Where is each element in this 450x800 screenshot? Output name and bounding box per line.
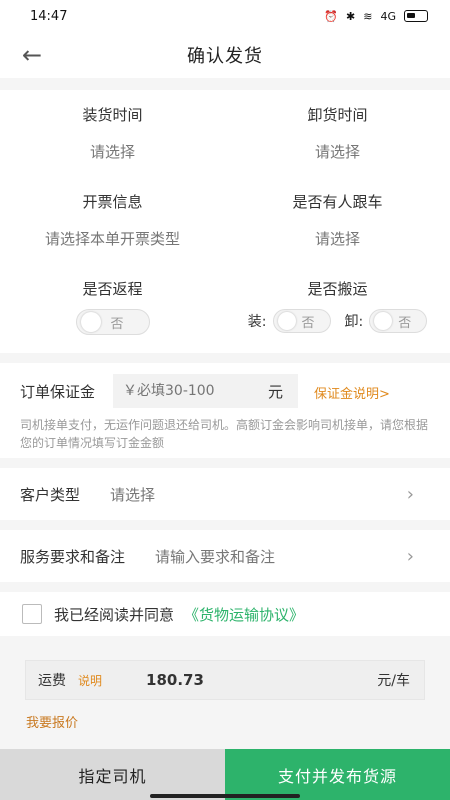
return-trip-toggle[interactable]: 否 <box>75 309 150 335</box>
toggle-knob <box>80 312 101 332</box>
pay-publish-button[interactable]: 支付并发布货源 <box>225 749 450 800</box>
load-time-cell[interactable]: 装货时间 请选择 <box>0 104 225 162</box>
handling-cell: 是否搬运 装: 否 卸: 否 <box>225 278 450 333</box>
freight-amount: 180.73 <box>146 671 204 689</box>
toggle-knob <box>374 312 393 330</box>
status-icons: ⏰ ✱ ≋ 4G <box>324 10 428 23</box>
escort-cell[interactable]: 是否有人跟车 请选择 <box>225 191 450 249</box>
invoice-label: 开票信息 <box>82 193 143 211</box>
service-notes-value: 请输入要求和备注 <box>155 547 276 566</box>
toggle-knob <box>277 312 296 330</box>
deposit-unit: 元 <box>268 383 284 401</box>
wifi-icon: ≋ <box>363 9 373 23</box>
service-notes-row[interactable]: 服务要求和备注 请输入要求和备注 › <box>0 530 450 582</box>
bluetooth-icon: ✱ <box>346 9 356 23</box>
invoice-value: 请选择本单开票类型 <box>44 230 180 248</box>
unload-time-value: 请选择 <box>314 143 360 161</box>
assign-driver-button[interactable]: 指定司机 <box>0 749 225 800</box>
freight-box: 运费 说明 180.73 元/车 <box>25 660 425 700</box>
agreement-link[interactable]: 《货物运输协议》 <box>184 604 304 625</box>
agreement-row: 我已经阅读并同意 《货物运输协议》 <box>0 592 450 636</box>
handling-unload-toggle[interactable]: 否 <box>369 309 428 333</box>
shipment-options-panel: 装货时间 请选择 卸货时间 请选择 开票信息 请选择本单开票类型 是否有人跟车 … <box>0 90 450 353</box>
back-arrow-icon[interactable]: ← <box>22 42 52 68</box>
quote-link[interactable]: 我要报价 <box>26 712 78 731</box>
alarm-icon: ⏰ <box>324 9 339 23</box>
return-trip-label: 是否返程 <box>82 280 143 298</box>
chevron-right-icon: › <box>406 545 414 567</box>
agreement-checkbox[interactable] <box>22 604 42 624</box>
freight-explain-link[interactable]: 说明 <box>78 672 102 689</box>
return-trip-cell: 是否返程 否 <box>0 278 225 336</box>
deposit-label: 订单保证金 <box>20 383 96 401</box>
agreement-text: 我已经阅读并同意 <box>54 605 175 624</box>
status-bar: 14:47 ⏰ ✱ ≋ 4G <box>0 0 450 32</box>
escort-value: 请选择 <box>314 230 360 248</box>
handling-unload-toggle-text: 否 <box>398 315 412 331</box>
customer-type-value: 请选择 <box>110 485 156 504</box>
network-label: 4G <box>380 9 396 23</box>
freight-unit: 元/车 <box>377 673 410 689</box>
handling-load-label: 装: <box>247 314 267 330</box>
page-title: 确认发货 <box>187 46 263 67</box>
return-trip-toggle-text: 否 <box>110 316 124 332</box>
header-bar: ← 确认发货 <box>0 32 450 78</box>
status-time: 14:47 <box>30 8 68 24</box>
handling-label: 是否搬运 <box>307 280 368 298</box>
deposit-info-link[interactable]: 保证金说明> <box>314 383 390 402</box>
service-notes-label: 服务要求和备注 <box>20 547 126 566</box>
unload-time-label: 卸货时间 <box>307 106 368 124</box>
freight-label: 运费 <box>38 673 66 689</box>
escort-label: 是否有人跟车 <box>292 193 383 211</box>
deposit-section: 订单保证金 元 保证金说明> 司机接单支付，无运作问题退还给司机。高额订金会影响… <box>0 363 450 458</box>
deposit-description: 司机接单支付，无运作问题退还给司机。高额订金会影响司机接单，请您根据您的订单情况… <box>20 418 429 450</box>
customer-type-label: 客户类型 <box>20 485 81 504</box>
customer-type-row[interactable]: 客户类型 请选择 › <box>0 468 450 520</box>
chevron-right-icon: › <box>406 483 414 505</box>
handling-load-toggle-text: 否 <box>301 315 315 331</box>
handling-unload-label: 卸: <box>344 314 364 330</box>
load-time-value: 请选择 <box>89 143 135 161</box>
invoice-cell[interactable]: 开票信息 请选择本单开票类型 <box>0 191 225 249</box>
battery-icon <box>404 10 428 22</box>
handling-load-toggle[interactable]: 否 <box>272 309 331 333</box>
load-time-label: 装货时间 <box>82 106 143 124</box>
unload-time-cell[interactable]: 卸货时间 请选择 <box>225 104 450 162</box>
home-indicator <box>150 794 300 798</box>
